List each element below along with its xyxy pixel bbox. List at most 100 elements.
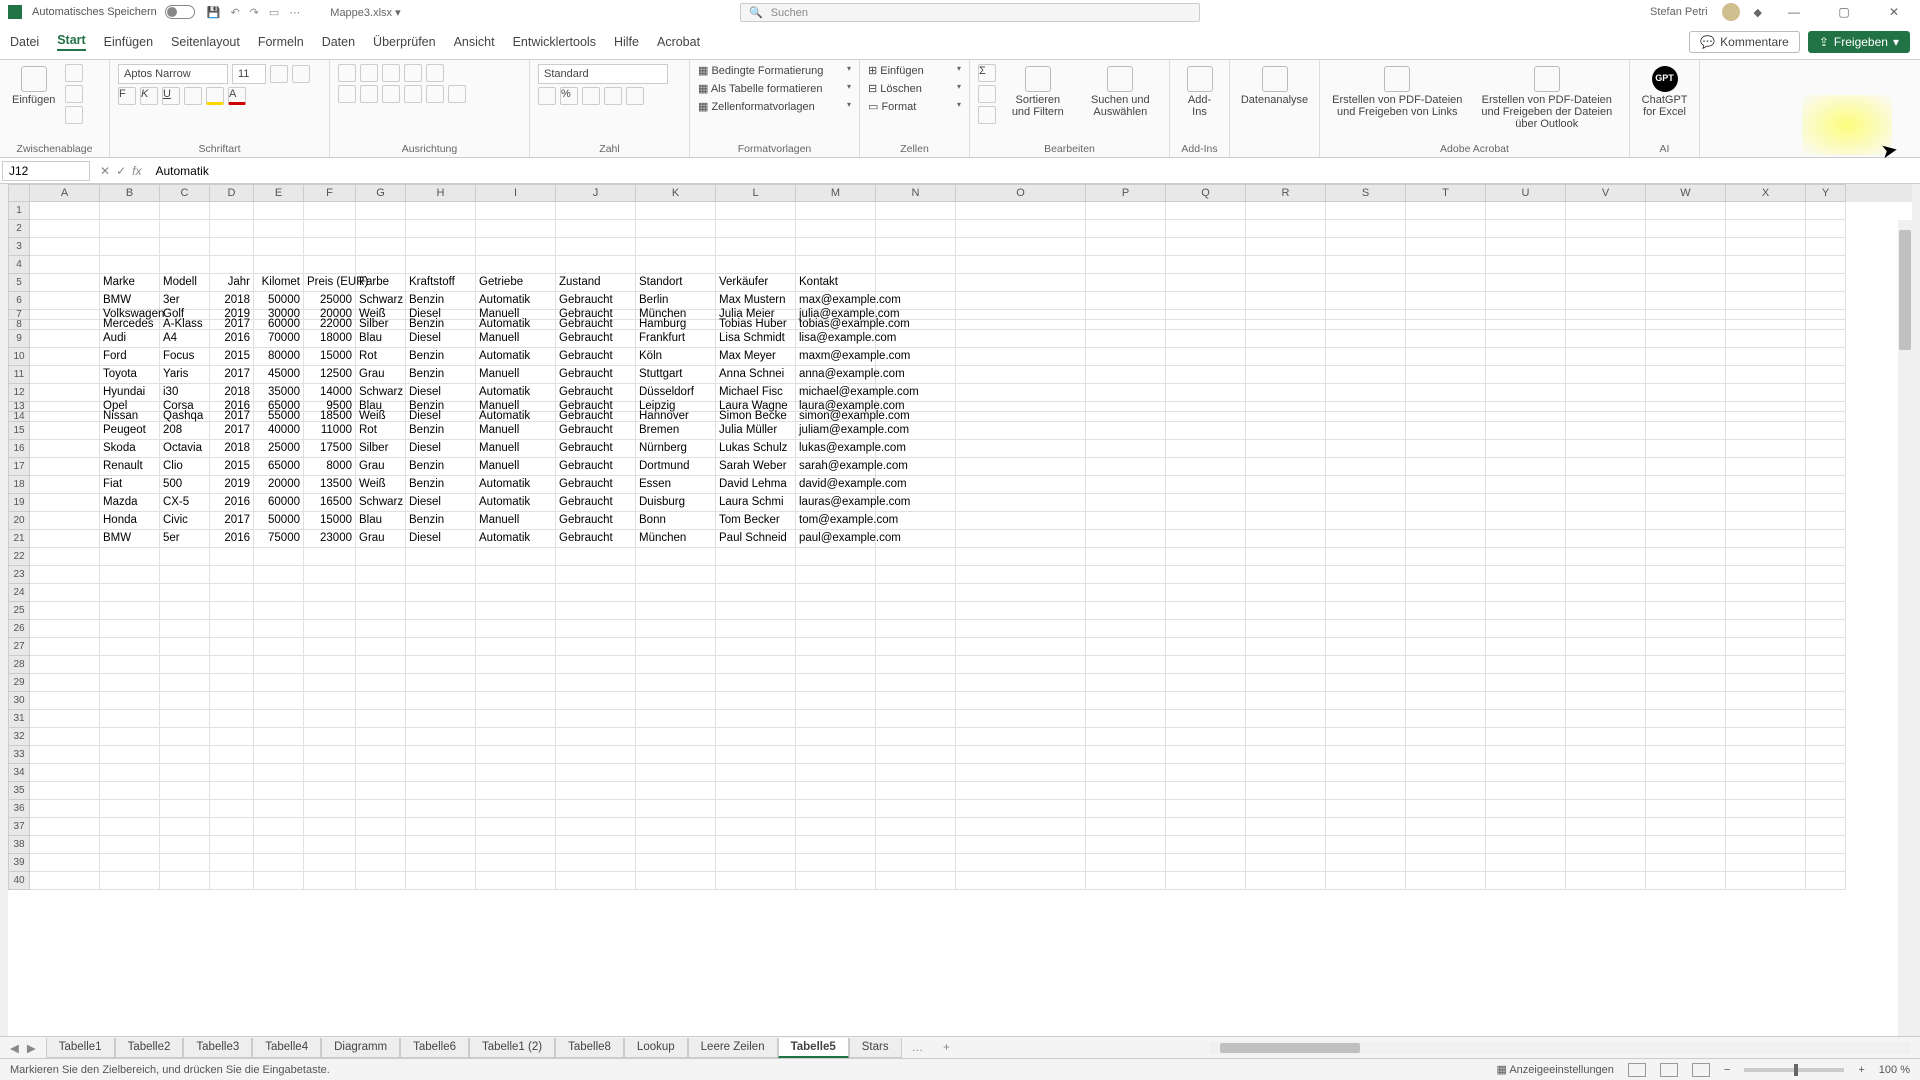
cell[interactable] <box>210 238 254 256</box>
cell[interactable]: 60000 <box>254 320 304 330</box>
cell[interactable] <box>30 530 100 548</box>
cell[interactable] <box>476 764 556 782</box>
cell[interactable] <box>476 692 556 710</box>
cell[interactable] <box>876 656 956 674</box>
cell[interactable] <box>406 238 476 256</box>
cell[interactable] <box>1486 854 1566 872</box>
cell[interactable] <box>556 764 636 782</box>
cell[interactable] <box>1726 238 1806 256</box>
cell[interactable] <box>30 202 100 220</box>
tab-acrobat[interactable]: Acrobat <box>657 35 700 49</box>
cell[interactable] <box>1726 764 1806 782</box>
cell[interactable] <box>1326 422 1406 440</box>
cell[interactable] <box>876 854 956 872</box>
cell[interactable] <box>476 584 556 602</box>
cell[interactable]: 2017 <box>210 422 254 440</box>
cell[interactable]: Skoda <box>100 440 160 458</box>
cell[interactable]: Benzin <box>406 348 476 366</box>
row-header[interactable]: 38 <box>8 836 30 854</box>
tab-einfügen[interactable]: Einfügen <box>104 35 153 49</box>
cell[interactable] <box>254 692 304 710</box>
cell[interactable] <box>956 638 1086 656</box>
cell[interactable] <box>1406 620 1486 638</box>
cell[interactable] <box>1166 566 1246 584</box>
paste-button[interactable]: Einfügen <box>8 64 59 108</box>
cell[interactable] <box>1806 220 1846 238</box>
cell[interactable] <box>1806 566 1846 584</box>
cell[interactable] <box>1166 422 1246 440</box>
cell[interactable] <box>1406 566 1486 584</box>
row-header[interactable]: 32 <box>8 728 30 746</box>
cell[interactable] <box>1086 602 1166 620</box>
cell[interactable] <box>1166 384 1246 402</box>
cell[interactable] <box>476 548 556 566</box>
sheet-tab-tabelle3[interactable]: Tabelle3 <box>183 1038 252 1058</box>
cell[interactable] <box>210 548 254 566</box>
align-bot-icon[interactable] <box>382 64 400 82</box>
cell[interactable]: juliam@example.com <box>796 422 876 440</box>
col-header-E[interactable]: E <box>254 184 304 202</box>
row-header[interactable]: 24 <box>8 584 30 602</box>
cell[interactable] <box>356 602 406 620</box>
cell[interactable] <box>876 818 956 836</box>
cell[interactable] <box>1566 566 1646 584</box>
cell[interactable] <box>1726 440 1806 458</box>
cell[interactable] <box>100 602 160 620</box>
border-icon[interactable] <box>184 87 202 105</box>
cell[interactable] <box>956 710 1086 728</box>
cell[interactable] <box>1566 238 1646 256</box>
cell[interactable] <box>1086 220 1166 238</box>
cell[interactable] <box>406 584 476 602</box>
font-size[interactable]: 11 <box>232 64 266 84</box>
cell[interactable]: 2016 <box>210 330 254 348</box>
cell[interactable]: Tom Becker <box>716 512 796 530</box>
cell[interactable] <box>1486 530 1566 548</box>
sheet-tab-diagramm[interactable]: Diagramm <box>321 1038 400 1058</box>
cell[interactable] <box>1726 384 1806 402</box>
cell[interactable]: Stuttgart <box>636 366 716 384</box>
cell[interactable]: Preis (EUR) <box>304 274 356 292</box>
cell[interactable] <box>1086 854 1166 872</box>
cell[interactable]: Blau <box>356 512 406 530</box>
fill-icon[interactable] <box>978 85 996 103</box>
cell[interactable] <box>1646 674 1726 692</box>
cell[interactable]: Automatik <box>476 348 556 366</box>
cell[interactable]: Diesel <box>406 530 476 548</box>
cell[interactable]: Anna Schnei <box>716 366 796 384</box>
cell[interactable] <box>1326 566 1406 584</box>
cell[interactable] <box>1566 320 1646 330</box>
cell[interactable] <box>476 566 556 584</box>
cell[interactable] <box>716 656 796 674</box>
cell[interactable] <box>476 854 556 872</box>
cell[interactable] <box>356 220 406 238</box>
cell[interactable] <box>636 656 716 674</box>
cell[interactable]: 2016 <box>210 530 254 548</box>
cell[interactable] <box>1726 818 1806 836</box>
align-right-icon[interactable] <box>382 85 400 103</box>
col-header-F[interactable]: F <box>304 184 356 202</box>
cell[interactable] <box>476 638 556 656</box>
cell[interactable] <box>1806 764 1846 782</box>
cell[interactable] <box>1326 512 1406 530</box>
cell[interactable] <box>1086 412 1166 422</box>
col-header-U[interactable]: U <box>1486 184 1566 202</box>
cell[interactable] <box>636 548 716 566</box>
cell[interactable] <box>1726 310 1806 320</box>
cell[interactable] <box>304 584 356 602</box>
cell[interactable] <box>100 692 160 710</box>
cell[interactable] <box>1086 238 1166 256</box>
more-sheets-icon[interactable]: … <box>902 1042 934 1054</box>
cell[interactable] <box>100 854 160 872</box>
cell[interactable] <box>210 202 254 220</box>
user-name[interactable]: Stefan Petri <box>1650 6 1707 18</box>
cell[interactable] <box>1326 692 1406 710</box>
format-painter-icon[interactable] <box>65 106 83 124</box>
cell[interactable] <box>406 602 476 620</box>
cell[interactable] <box>100 238 160 256</box>
cell[interactable] <box>1086 422 1166 440</box>
cell[interactable] <box>1726 782 1806 800</box>
cell[interactable] <box>1086 656 1166 674</box>
col-header-I[interactable]: I <box>476 184 556 202</box>
cell[interactable] <box>1646 202 1726 220</box>
cell[interactable] <box>1486 202 1566 220</box>
